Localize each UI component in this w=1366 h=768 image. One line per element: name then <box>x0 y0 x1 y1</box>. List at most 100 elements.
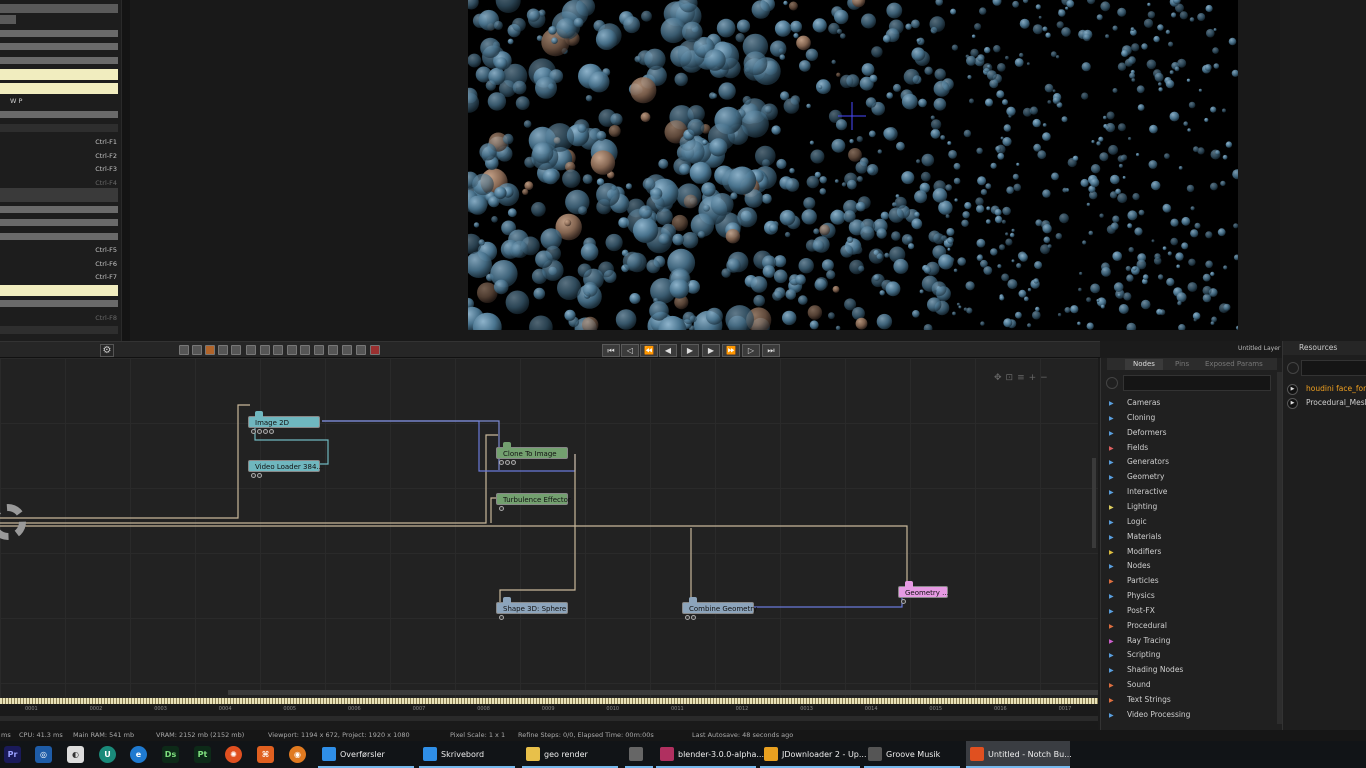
node-category-deformers[interactable]: ▶ Deformers <box>1109 426 1166 440</box>
node-category-ray-tracing[interactable]: ▶ Ray Tracing <box>1109 634 1170 648</box>
expand-arrow-icon[interactable]: ▶ <box>1109 412 1127 426</box>
expand-arrow-icon[interactable]: ▶ <box>1109 456 1127 470</box>
node-category-materials[interactable]: ▶ Materials <box>1109 530 1161 544</box>
node-category-lighting[interactable]: ▶ Lighting <box>1109 500 1157 514</box>
graph-scrollbar[interactable] <box>1092 458 1096 548</box>
menu-item[interactable] <box>0 43 118 50</box>
node-video-loader[interactable]: Video Loader 384... <box>248 460 323 478</box>
node-category-nodes[interactable]: ▶ Nodes <box>1109 559 1150 573</box>
tab-exposed-params[interactable]: Exposed Params <box>1197 359 1271 370</box>
node-category-scripting[interactable]: ▶ Scripting <box>1109 648 1160 662</box>
tool-icon[interactable] <box>314 345 324 355</box>
color-tool-icon[interactable] <box>205 345 215 355</box>
expand-arrow-icon[interactable]: ▶ <box>1109 664 1127 678</box>
node-clone-to-image[interactable]: Clone To Image <box>496 442 568 465</box>
menu-item[interactable] <box>0 4 118 13</box>
node-category-text-strings[interactable]: ▶ Text Strings <box>1109 693 1171 707</box>
expand-arrow-icon[interactable]: ▶ <box>1109 397 1127 411</box>
tool-icon[interactable] <box>342 345 352 355</box>
expand-arrow-icon[interactable]: ▶ <box>1109 709 1127 723</box>
browser-icon[interactable]: ◎ <box>35 746 52 763</box>
expand-arrow-icon[interactable]: ▶ <box>1109 590 1127 604</box>
taskbar-window-button[interactable]: Overførsler <box>318 741 414 768</box>
render-viewport[interactable] <box>468 0 1238 330</box>
tool-icon[interactable] <box>179 345 189 355</box>
node-category-particles[interactable]: ▶ Particles <box>1109 574 1159 588</box>
tab-nodes[interactable]: Nodes <box>1125 359 1163 370</box>
menu-item[interactable] <box>0 57 118 64</box>
step-back-icon[interactable]: ◁ <box>621 344 639 357</box>
houdini-icon[interactable]: ⌘ <box>257 746 274 763</box>
tool-icon[interactable] <box>273 345 283 355</box>
edge-icon[interactable]: e <box>130 746 147 763</box>
node-search-input[interactable] <box>1123 375 1271 391</box>
menu-item[interactable] <box>0 233 118 240</box>
menu-item[interactable] <box>0 15 16 24</box>
expand-arrow-icon[interactable]: ▶ <box>1109 546 1127 560</box>
expand-arrow-icon[interactable]: ▶ <box>1109 679 1127 693</box>
expand-arrow-icon[interactable]: ▶ <box>1109 531 1127 545</box>
expand-arrow-icon[interactable]: ▶ <box>1109 649 1127 663</box>
rewind-icon[interactable]: ⏪ <box>640 344 658 357</box>
step-forward-icon[interactable]: ▷ <box>742 344 760 357</box>
node-category-physics[interactable]: ▶ Physics <box>1109 589 1155 603</box>
play-icon[interactable]: ▶ <box>1287 383 1298 395</box>
menu-item[interactable] <box>0 206 118 213</box>
taskbar-window-button[interactable]: Untitled - Notch Bu... <box>966 741 1072 768</box>
resource-search-input[interactable] <box>1301 360 1366 376</box>
expand-arrow-icon[interactable]: ▶ <box>1109 605 1127 619</box>
taskbar-window-button[interactable]: geo render <box>522 741 618 768</box>
node-category-generators[interactable]: ▶ Generators <box>1109 455 1169 469</box>
expand-arrow-icon[interactable]: ▶ <box>1109 575 1127 589</box>
node-graph[interactable]: ✥⊡≡+− Image 2D Video Loader 384... Clone… <box>0 358 1098 698</box>
node-category-procedural[interactable]: ▶ Procedural <box>1109 619 1167 633</box>
taskbar-window-button[interactable]: blender-3.0.0-alpha... <box>656 741 764 768</box>
tool-icon[interactable] <box>218 345 228 355</box>
expand-arrow-icon[interactable]: ▶ <box>1109 427 1127 441</box>
expand-arrow-icon[interactable]: ▶ <box>1109 442 1127 456</box>
submenu-row[interactable] <box>0 188 118 202</box>
node-category-video-processing[interactable]: ▶ Video Processing <box>1109 708 1190 722</box>
node-category-cloning[interactable]: ▶ Cloning <box>1109 411 1155 425</box>
designer-icon[interactable]: Ds <box>162 746 179 763</box>
node-image-2d[interactable]: Image 2D <box>248 411 320 434</box>
menu-item-highlighted[interactable] <box>0 285 118 296</box>
node-turbulence-effector[interactable]: Turbulence Effector <box>496 493 571 511</box>
node-category-post-fx[interactable]: ▶ Post-FX <box>1109 604 1155 618</box>
menu-item[interactable] <box>0 111 118 118</box>
tool-icon[interactable] <box>192 345 202 355</box>
resources-title[interactable]: Resources <box>1283 341 1366 355</box>
node-category-sound[interactable]: ▶ Sound <box>1109 678 1151 692</box>
tool-icon[interactable] <box>260 345 270 355</box>
prev-frame-icon[interactable]: ◀ <box>659 344 677 357</box>
expand-arrow-icon[interactable]: ▶ <box>1109 501 1127 515</box>
gear-icon[interactable]: ⚙ <box>100 344 114 357</box>
expand-arrow-icon[interactable]: ▶ <box>1109 694 1127 708</box>
graph-view-controls[interactable]: ✥⊡≡+− <box>994 373 1062 383</box>
expand-arrow-icon[interactable]: ▶ <box>1109 620 1127 634</box>
menu-item[interactable] <box>0 219 118 226</box>
expand-arrow-icon[interactable]: ▶ <box>1109 486 1127 500</box>
skip-end-icon[interactable]: ⏭ <box>762 344 780 357</box>
play-icon[interactable]: ▶ <box>1287 397 1298 409</box>
taskbar-window-button[interactable] <box>625 741 653 768</box>
tool-icon[interactable] <box>328 345 338 355</box>
taskbar-window-button[interactable]: Skrivebord <box>419 741 515 768</box>
node-combine-geometry[interactable]: Combine Geometry <box>682 597 757 620</box>
timeline-scrollbar[interactable] <box>228 690 1098 695</box>
menu-item-highlighted[interactable] <box>0 69 118 80</box>
blender-icon[interactable]: ◉ <box>289 746 306 763</box>
notch-icon[interactable]: ✺ <box>225 746 242 763</box>
menu-item-highlighted[interactable] <box>0 83 118 94</box>
menu-item[interactable] <box>0 300 118 307</box>
painter-icon[interactable]: Pt <box>194 746 211 763</box>
taskbar-window-button[interactable]: JDownloader 2 - Up... <box>760 741 867 768</box>
tab-pins[interactable]: Pins <box>1167 359 1197 370</box>
record-icon[interactable] <box>370 345 380 355</box>
resource-item[interactable]: ▶ houdini face_for <box>1287 383 1366 395</box>
app-icon[interactable]: ◐ <box>67 746 84 763</box>
tool-icon[interactable] <box>300 345 310 355</box>
info-icon[interactable] <box>356 345 366 355</box>
premiere-icon[interactable]: Pr <box>4 746 21 763</box>
node-shape-3d-sphere[interactable]: Shape 3D: Sphere <box>496 597 568 620</box>
